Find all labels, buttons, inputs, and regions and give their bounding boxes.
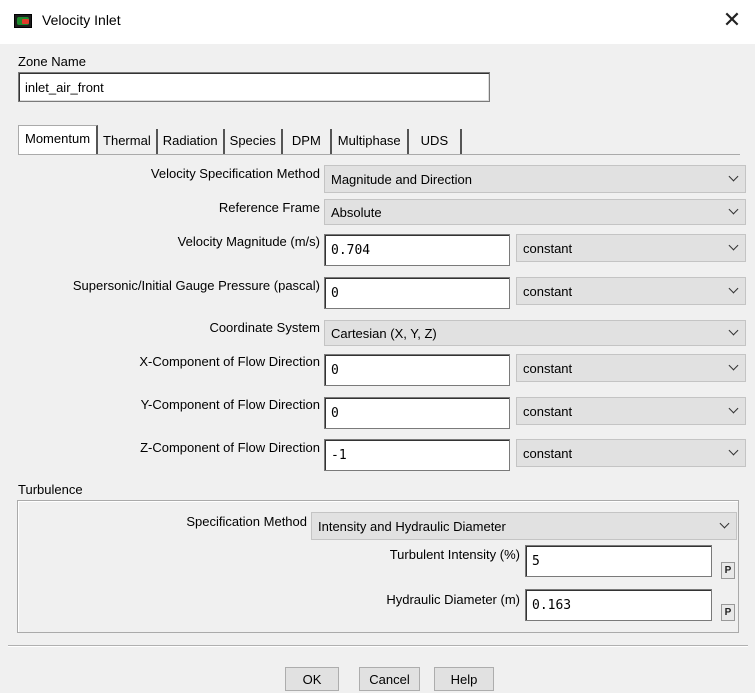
coordinate-system-label: Coordinate System (209, 320, 320, 335)
tab-species[interactable]: Species (225, 129, 283, 155)
reference-frame-select[interactable]: Absolute (324, 199, 746, 225)
gauge-pressure-profile-select[interactable]: constant (516, 277, 746, 305)
zone-name-label: Zone Name (18, 54, 86, 69)
reference-frame-label: Reference Frame (218, 200, 320, 215)
chevron-down-icon (729, 205, 739, 215)
reference-frame-value: Absolute (331, 204, 382, 220)
chevron-down-icon (729, 361, 739, 371)
hydraulic-diameter-param-button[interactable]: P (721, 604, 735, 621)
velocity-magnitude-profile-value: constant (523, 240, 573, 256)
x-component-profile-select[interactable]: constant (516, 354, 746, 382)
turbulent-intensity-label: Turbulent Intensity (%) (389, 547, 520, 562)
velocity-magnitude-label: Velocity Magnitude (m/s) (177, 234, 320, 249)
velocity-spec-method-label: Velocity Specification Method (150, 166, 320, 181)
velocity-spec-method-value: Magnitude and Direction (331, 171, 472, 187)
tab-uds[interactable]: UDS (409, 129, 463, 155)
y-component-label: Y-Component of Flow Direction (140, 397, 320, 412)
chevron-down-icon (720, 519, 730, 529)
x-component-profile-value: constant (523, 360, 573, 376)
title-bar: Velocity Inlet ✕ (0, 0, 755, 44)
velocity-magnitude-input[interactable]: 0.704 (324, 234, 510, 266)
chevron-down-icon (729, 446, 739, 456)
chevron-down-icon (729, 404, 739, 414)
turbulence-spec-method-label: Specification Method (186, 514, 307, 529)
velocity-magnitude-profile-select[interactable]: constant (516, 234, 746, 262)
zone-name-field[interactable]: inlet_air_front (18, 72, 490, 102)
x-component-label: X-Component of Flow Direction (139, 354, 320, 369)
chevron-down-icon (729, 241, 739, 251)
x-component-input[interactable]: 0 (324, 354, 510, 386)
y-component-profile-select[interactable]: constant (516, 397, 746, 425)
window-title: Velocity Inlet (42, 12, 121, 28)
y-component-profile-value: constant (523, 403, 573, 419)
hydraulic-diameter-input[interactable]: 0.163 (525, 589, 712, 621)
tab-dpm[interactable]: DPM (283, 129, 332, 155)
gauge-pressure-input[interactable]: 0 (324, 277, 510, 309)
gauge-pressure-profile-value: constant (523, 283, 573, 299)
turbulence-spec-method-select[interactable]: Intensity and Hydraulic Diameter (311, 512, 737, 540)
chevron-down-icon (729, 326, 739, 336)
coordinate-system-select[interactable]: Cartesian (X, Y, Z) (324, 320, 746, 346)
ok-button[interactable]: OK (285, 667, 339, 691)
turbulence-spec-method-value: Intensity and Hydraulic Diameter (318, 518, 506, 534)
tab-thermal[interactable]: Thermal (98, 129, 158, 155)
z-component-profile-value: constant (523, 445, 573, 461)
chevron-down-icon (729, 284, 739, 294)
footer-separator-highlight (8, 646, 748, 647)
chevron-down-icon (729, 172, 739, 182)
tab-bar: Momentum Thermal Radiation Species DPM M… (18, 125, 463, 155)
z-component-label: Z-Component of Flow Direction (140, 440, 320, 455)
z-component-input[interactable]: -1 (324, 439, 510, 471)
help-button[interactable]: Help (434, 667, 494, 691)
y-component-input[interactable]: 0 (324, 397, 510, 429)
tab-momentum[interactable]: Momentum (18, 125, 99, 155)
hydraulic-diameter-label: Hydraulic Diameter (m) (386, 592, 520, 607)
fluent-app-icon (14, 14, 32, 28)
gauge-pressure-label: Supersonic/Initial Gauge Pressure (pasca… (72, 278, 320, 293)
z-component-profile-select[interactable]: constant (516, 439, 746, 467)
turbulence-group-label: Turbulence (18, 482, 83, 497)
coordinate-system-value: Cartesian (X, Y, Z) (331, 325, 437, 341)
tab-divider (18, 154, 740, 155)
close-icon[interactable]: ✕ (717, 6, 747, 36)
tab-radiation[interactable]: Radiation (158, 129, 225, 155)
tab-multiphase[interactable]: Multiphase (332, 129, 409, 155)
cancel-button[interactable]: Cancel (359, 667, 420, 691)
velocity-spec-method-select[interactable]: Magnitude and Direction (324, 165, 746, 193)
turbulent-intensity-param-button[interactable]: P (721, 562, 735, 579)
turbulent-intensity-input[interactable]: 5 (525, 545, 712, 577)
